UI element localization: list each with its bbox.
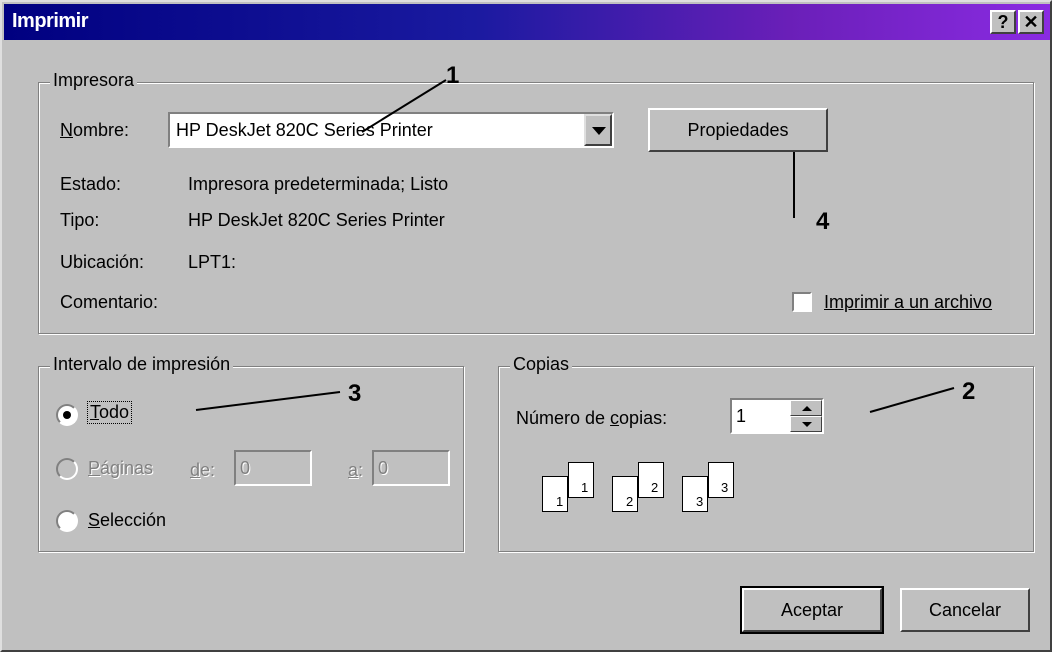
annotation-line-1 (361, 79, 447, 133)
annotation-line-3 (195, 391, 341, 411)
annotation-1: 1 (446, 62, 460, 89)
print-dialog: Imprimir ? ✕ Impresora Nombre: HP DeskJe… (0, 0, 1052, 652)
annotation-2: 2 (962, 378, 976, 405)
annotation-4: 4 (816, 208, 830, 235)
annotation-lines (195, 79, 955, 413)
annotation-3: 3 (348, 380, 362, 407)
annotation-line-2 (869, 387, 955, 413)
